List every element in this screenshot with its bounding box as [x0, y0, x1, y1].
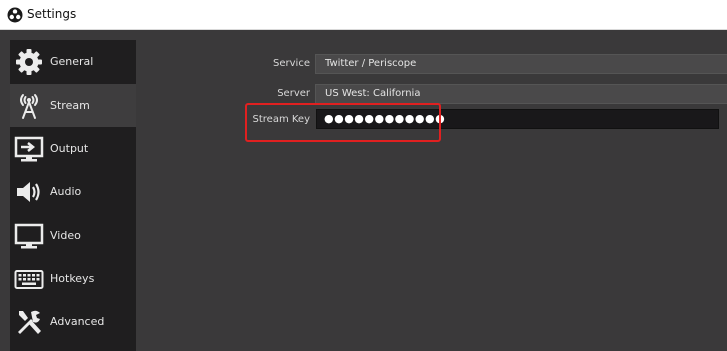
sidebar-item-video[interactable]: Video — [10, 214, 136, 257]
service-label: Service — [273, 58, 310, 69]
sidebar-item-general[interactable]: General — [10, 40, 136, 83]
sidebar-item-label: Audio — [50, 185, 82, 198]
obs-logo-icon — [7, 7, 23, 23]
sidebar-item-advanced[interactable]: Advanced — [10, 300, 136, 343]
sidebar-item-label: Advanced — [50, 315, 105, 328]
keyboard-icon — [13, 263, 45, 295]
sidebar-item-label: Stream — [50, 99, 90, 112]
sidebar-item-label: Output — [50, 142, 89, 155]
stream-key-highlight — [245, 103, 441, 142]
settings-sidebar: General Stream Output Audio Video Hotkey… — [10, 40, 136, 351]
window-title: Settings — [27, 7, 77, 21]
sidebar-item-stream[interactable]: Stream — [10, 84, 136, 127]
sidebar-item-label: Video — [50, 229, 81, 242]
broadcast-antenna-icon — [13, 90, 45, 122]
sidebar-item-label: Hotkeys — [50, 272, 95, 285]
server-label: Server — [277, 88, 310, 99]
service-select[interactable]: Twitter / Periscope — [315, 54, 727, 74]
monitor-icon — [13, 220, 45, 252]
stream-settings-panel — [137, 30, 727, 351]
speaker-icon — [13, 176, 45, 208]
output-monitor-icon — [13, 133, 45, 165]
sidebar-item-audio[interactable]: Audio — [10, 170, 136, 213]
sidebar-item-hotkeys[interactable]: Hotkeys — [10, 257, 136, 300]
server-select[interactable]: US West: California — [315, 84, 727, 104]
title-bar: Settings — [0, 0, 727, 30]
sidebar-item-output[interactable]: Output — [10, 127, 136, 170]
gear-icon — [13, 46, 45, 78]
tools-icon — [13, 306, 45, 338]
sidebar-item-label: General — [50, 55, 94, 68]
